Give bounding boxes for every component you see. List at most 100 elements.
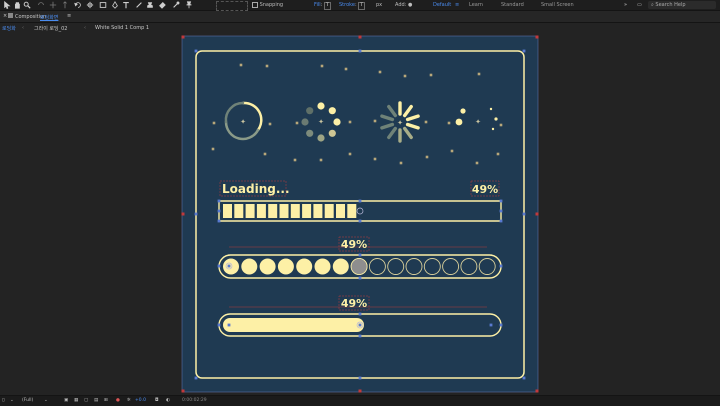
rectangle-tool-icon[interactable]: [99, 1, 107, 9]
shape-handle[interactable]: [358, 334, 362, 338]
sync-settings-icon[interactable]: ▭: [637, 0, 642, 10]
shape-handle[interactable]: [499, 264, 503, 268]
snapping-label: Snapping: [259, 2, 284, 8]
workspace-learn[interactable]: Learn: [469, 0, 483, 10]
shape-handle[interactable]: [217, 323, 221, 327]
zoom-tool-icon[interactable]: [23, 1, 31, 9]
shape-handle[interactable]: [522, 376, 526, 380]
stroke-label: Stroke: [339, 2, 355, 8]
layer-handle[interactable]: [181, 389, 185, 393]
snapping-checkbox-box[interactable]: [252, 1, 258, 8]
composition-viewer[interactable]: ✦ ✦ ✦ ✦ Loading... 49% 49% 49%: [0, 34, 720, 394]
breadcrumb-item-2[interactable]: White Solid 1 Comp 1: [95, 25, 149, 31]
shape-handle[interactable]: [358, 49, 362, 53]
shape-handle[interactable]: [217, 199, 221, 203]
shape-handle[interactable]: [227, 323, 231, 327]
search-help-field[interactable]: ⌕ Search Help: [648, 1, 716, 9]
clone-stamp-tool-icon[interactable]: [146, 1, 154, 9]
anchor-point-tool-icon[interactable]: [86, 1, 94, 9]
spinner-dot: [306, 107, 314, 115]
hand-tool-icon[interactable]: [13, 1, 21, 9]
shape-handle[interactable]: [227, 264, 231, 268]
bar-segment: [302, 204, 312, 218]
brush-tool-icon[interactable]: [135, 1, 143, 9]
layer-handle[interactable]: [535, 212, 539, 216]
breadcrumb-item-0[interactable]: 로딩화: [2, 25, 16, 32]
add-button[interactable]: Add: ●: [395, 0, 412, 10]
breadcrumb-item-1[interactable]: 그라이 로딩_02: [34, 25, 67, 32]
stroke-width-unit[interactable]: px: [376, 0, 382, 10]
star: [399, 161, 403, 165]
roto-brush-tool-icon[interactable]: [172, 1, 180, 9]
panel-menu-icon[interactable]: ≡: [67, 13, 71, 19]
toolbar-placeholder: [216, 1, 248, 11]
pan-tool-icon[interactable]: [49, 1, 57, 9]
workspace-standard[interactable]: Standard: [501, 0, 524, 10]
layer-handle[interactable]: [535, 389, 539, 393]
comp-name-tab[interactable]: 로딩화면: [40, 14, 58, 21]
bar-segment: [256, 204, 266, 218]
workspace-small-screen[interactable]: Small Screen: [541, 0, 574, 10]
rotation-tool-icon[interactable]: [74, 1, 82, 9]
shape-handle[interactable]: [499, 199, 503, 203]
shape-handle[interactable]: [358, 376, 362, 380]
shape-handle[interactable]: [499, 209, 503, 213]
orbit-tool-icon[interactable]: [37, 1, 45, 9]
eraser-tool-icon[interactable]: [158, 1, 166, 9]
tools-toolbar: Snapping Fill: T Stroke: T px Add: ● Def…: [0, 0, 720, 11]
spinner-dots: ✦: [301, 102, 341, 142]
layer-handle[interactable]: [181, 35, 185, 39]
bar-segment: [268, 204, 278, 218]
shape-handle[interactable]: [522, 212, 526, 216]
panel-close-icon[interactable]: ×: [3, 13, 7, 19]
star: [429, 73, 433, 77]
layer-handle[interactable]: [181, 212, 185, 216]
selection-tool-icon[interactable]: [3, 1, 11, 9]
puppet-pin-tool-icon[interactable]: [185, 1, 193, 9]
shape-handle[interactable]: [358, 312, 362, 316]
star: [499, 123, 503, 127]
spinner-dot: [333, 118, 341, 126]
workspace-menu-icon[interactable]: ≡: [455, 0, 459, 10]
type-tool-icon[interactable]: [122, 1, 130, 9]
fill-control[interactable]: Fill: T: [314, 0, 331, 10]
shape-handle[interactable]: [358, 276, 362, 280]
shape-handle[interactable]: [194, 49, 198, 53]
shape-handle[interactable]: [217, 209, 221, 213]
stroke-value[interactable]: T: [358, 2, 365, 10]
shape-handle[interactable]: [499, 323, 503, 327]
bounce-dot: [491, 127, 495, 131]
bar-segment: [279, 204, 289, 218]
workspace-default[interactable]: Default: [433, 0, 451, 10]
progress-dot-filled: [259, 258, 276, 275]
shape-handle[interactable]: [358, 219, 362, 223]
star: [344, 67, 348, 71]
spinner-dot: [317, 134, 325, 142]
search-icon: ⌕: [651, 2, 654, 8]
star: [239, 63, 243, 67]
shape-handle[interactable]: [358, 253, 362, 257]
spinner-sparkle-icon: ✦: [240, 118, 246, 126]
layer-handle[interactable]: [535, 35, 539, 39]
star: [450, 149, 454, 153]
fill-value[interactable]: T: [323, 2, 331, 10]
shape-handle[interactable]: [217, 264, 221, 268]
shape-handle[interactable]: [217, 219, 221, 223]
shape-handle[interactable]: [358, 323, 362, 327]
shape-handle[interactable]: [194, 212, 198, 216]
snapping-checkbox[interactable]: Snapping: [252, 0, 283, 10]
shape-handle[interactable]: [489, 323, 493, 327]
workspace-overflow-icon[interactable]: »: [624, 0, 627, 10]
bar-segment: [245, 204, 255, 218]
layer-handle[interactable]: [358, 389, 362, 393]
star: [378, 70, 382, 74]
shape-handle[interactable]: [499, 219, 503, 223]
layer-handle[interactable]: [358, 35, 362, 39]
shape-handle[interactable]: [194, 376, 198, 380]
dolly-tool-icon[interactable]: [61, 1, 69, 9]
stroke-control[interactable]: Stroke: T: [339, 0, 365, 10]
star: [348, 120, 352, 124]
shape-handle[interactable]: [522, 49, 526, 53]
shape-handle[interactable]: [358, 199, 362, 203]
pen-tool-icon[interactable]: [111, 1, 119, 9]
